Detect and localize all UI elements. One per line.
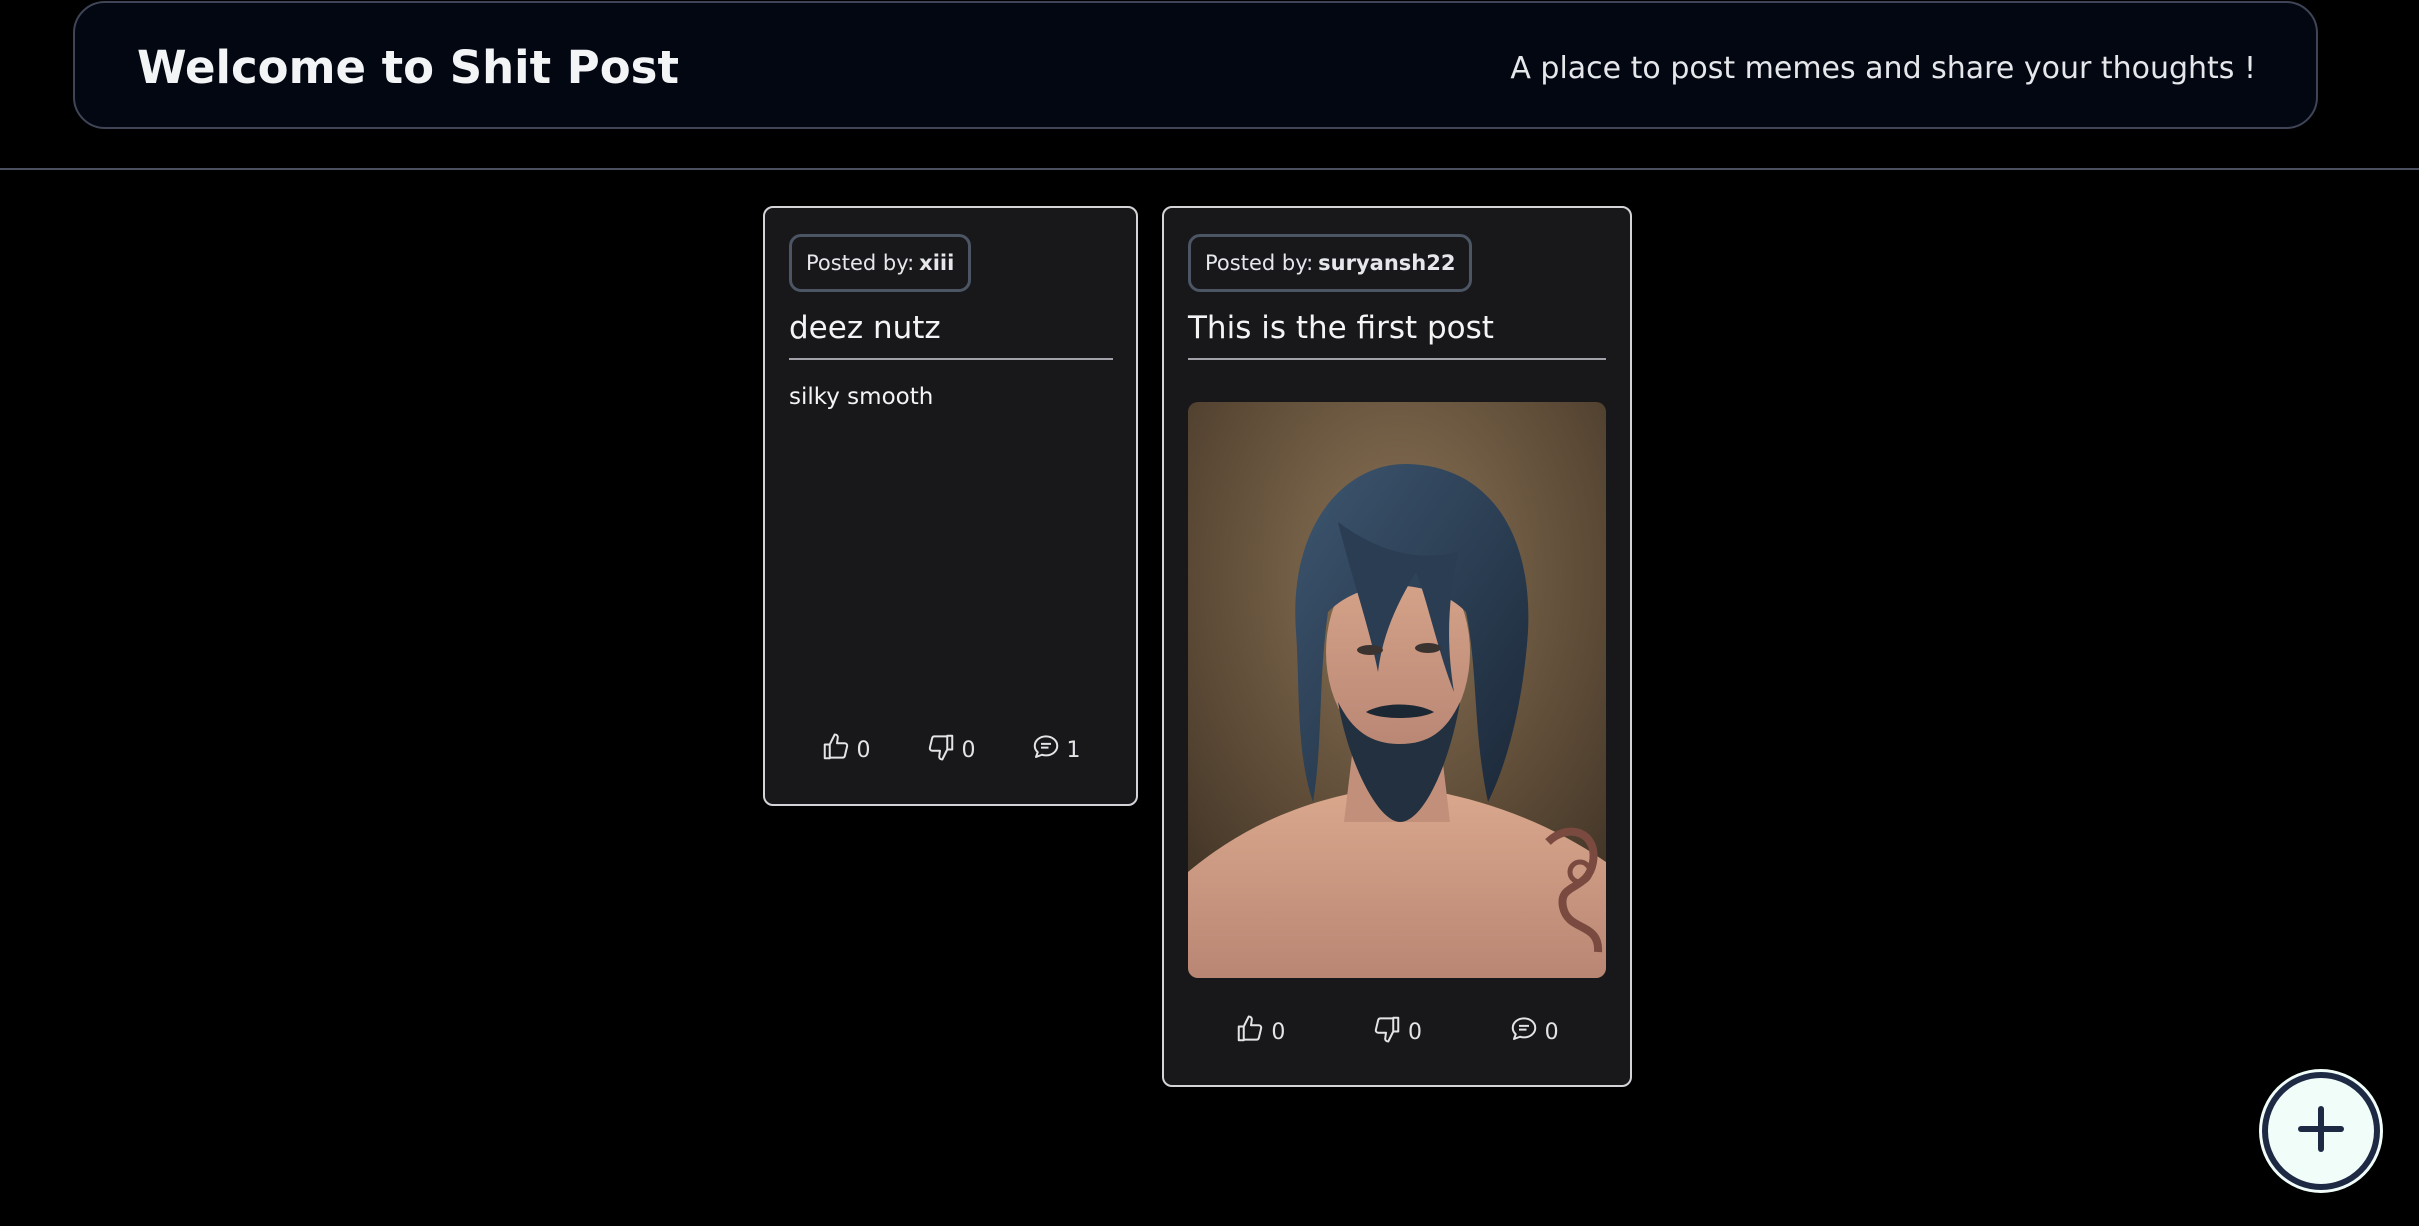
author-name: suryansh22 — [1318, 251, 1456, 275]
author-badge[interactable]: Posted by: suryansh22 — [1188, 234, 1473, 292]
post-body: silky smooth — [789, 384, 934, 410]
page: Welcome to Shit Post A place to post mem… — [0, 0, 2419, 1226]
thumbs-up-icon — [821, 732, 851, 768]
post-card: Posted by: suryansh22 This is the first … — [1162, 206, 1632, 1087]
thumbs-down-icon — [926, 732, 956, 768]
like-count: 0 — [856, 737, 871, 763]
portrait-illustration — [1188, 402, 1606, 978]
author-prefix: Posted by: — [806, 251, 915, 275]
post-actions: 0 0 0 — [1164, 1014, 1630, 1050]
plus-circle-icon — [2279, 1087, 2363, 1175]
site-header: Welcome to Shit Post A place to post mem… — [73, 1, 2318, 129]
post-actions: 0 0 1 — [765, 732, 1136, 768]
like-button[interactable]: 0 — [821, 732, 871, 768]
author-prefix: Posted by: — [1205, 251, 1314, 275]
dislike-count: 0 — [961, 737, 976, 763]
comment-icon — [1031, 732, 1061, 768]
dislike-count: 0 — [1407, 1019, 1422, 1045]
comment-count: 0 — [1544, 1019, 1559, 1045]
post-image[interactable] — [1188, 402, 1606, 978]
thumbs-up-icon — [1235, 1014, 1265, 1050]
site-tagline: A place to post memes and share your tho… — [1510, 51, 2256, 86]
comment-button[interactable]: 0 — [1509, 1014, 1559, 1050]
comment-icon — [1509, 1014, 1539, 1050]
title-divider — [1188, 358, 1606, 360]
create-post-button[interactable] — [2262, 1072, 2380, 1190]
like-button[interactable]: 0 — [1235, 1014, 1285, 1050]
post-card: Posted by: xiii deez nutz silky smooth 0… — [763, 206, 1138, 806]
site-title: Welcome to Shit Post — [137, 41, 679, 94]
post-title: This is the first post — [1188, 310, 1494, 346]
dislike-button[interactable]: 0 — [926, 732, 976, 768]
dislike-button[interactable]: 0 — [1372, 1014, 1422, 1050]
author-badge[interactable]: Posted by: xiii — [789, 234, 972, 292]
like-count: 0 — [1271, 1019, 1286, 1045]
author-name: xiii — [919, 251, 955, 275]
header-divider — [0, 168, 2419, 170]
comment-button[interactable]: 1 — [1031, 732, 1081, 768]
title-divider — [789, 358, 1113, 360]
post-title: deez nutz — [789, 310, 941, 346]
comment-count: 1 — [1066, 737, 1081, 763]
thumbs-down-icon — [1372, 1014, 1402, 1050]
